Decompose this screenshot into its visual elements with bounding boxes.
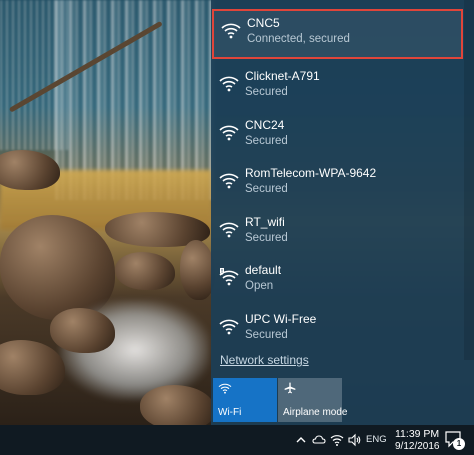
volume-icon[interactable] xyxy=(348,433,362,447)
network-flyout: CNC5 Connected, secured Clicknet-A791 Secur… xyxy=(211,0,474,425)
wifi-icon xyxy=(219,222,239,237)
wifi-icon xyxy=(219,173,239,189)
network-name: RomTelecom-WPA-9642 xyxy=(245,166,377,180)
network-item[interactable]: UPC Wi-Free Secured xyxy=(211,305,464,353)
wifi-icon xyxy=(218,383,232,394)
network-status: Secured xyxy=(245,231,288,244)
flyout-scrollbar-track[interactable] xyxy=(464,0,474,360)
airplane-mode-quick-action-label: Airplane mode xyxy=(283,407,348,418)
wifi-warning-icon xyxy=(219,268,239,286)
clock-time[interactable]: 11:39 PM xyxy=(395,428,439,440)
network-item[interactable]: RomTelecom-WPA-9642 Secured xyxy=(211,159,464,207)
chevron-up-icon[interactable] xyxy=(294,433,308,447)
network-status: Open xyxy=(245,280,274,292)
wallpaper-rock xyxy=(0,340,65,395)
network-item[interactable]: Clicknet-A791 Secured xyxy=(211,62,464,110)
network-name: CNC24 xyxy=(245,117,285,132)
airplane-mode-quick-action-button[interactable]: Airplane mode xyxy=(278,378,347,422)
network-status: Secured xyxy=(245,183,288,195)
wallpaper-rock xyxy=(180,240,215,300)
wifi-quick-action-label: Wi-Fi xyxy=(218,407,242,418)
wifi-quick-action-button[interactable]: Wi-Fi xyxy=(213,378,277,422)
wifi-icon xyxy=(221,23,241,39)
network-status: Secured xyxy=(245,328,288,341)
clock-date[interactable]: 9/12/2016 xyxy=(395,441,440,452)
network-item[interactable]: default Open xyxy=(211,256,464,304)
cloud-icon[interactable] xyxy=(312,433,326,447)
wallpaper-rock xyxy=(0,150,60,190)
network-name: CNC5 xyxy=(247,16,280,30)
network-item[interactable]: RT_wifi Secured xyxy=(211,208,464,256)
taskbar: ENG 11:39 PM 9/12/2016 1 xyxy=(0,425,474,455)
network-settings-link[interactable]: Network settings xyxy=(220,353,309,367)
network-status: Connected, secured xyxy=(247,33,350,45)
network-status: Secured xyxy=(245,86,288,98)
network-name: Clicknet-A791 xyxy=(245,69,320,83)
wifi-icon[interactable] xyxy=(330,433,344,447)
wifi-icon xyxy=(219,319,239,334)
wifi-icon xyxy=(219,125,239,140)
wallpaper-rock xyxy=(115,252,175,290)
network-item[interactable]: CNC5 Connected, secured xyxy=(212,9,463,59)
notification-count-badge: 1 xyxy=(453,438,465,450)
network-name: RT_wifi xyxy=(245,214,285,229)
airplane-icon xyxy=(284,382,296,394)
network-item[interactable]: CNC24 Secured xyxy=(211,111,464,159)
network-name: default xyxy=(245,263,282,277)
language-indicator[interactable]: ENG xyxy=(366,434,387,445)
network-name: UPC Wi-Free xyxy=(245,311,317,326)
wifi-icon xyxy=(219,76,239,92)
network-status: Secured xyxy=(245,134,288,147)
